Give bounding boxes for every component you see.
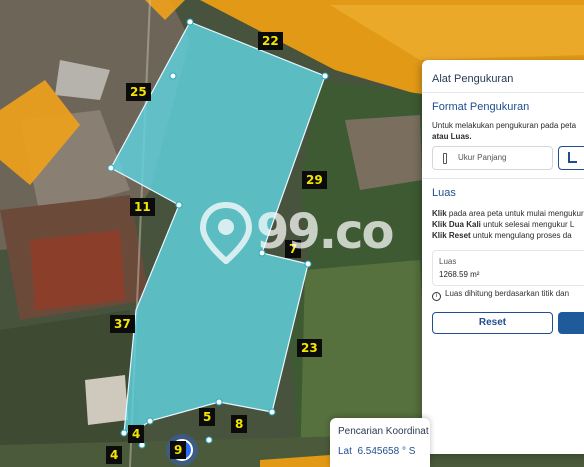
watermark-text: 99.co <box>256 204 394 260</box>
reset-button[interactable]: Reset <box>432 312 553 334</box>
parcel-label: 22 <box>258 32 283 50</box>
parcel-label: 23 <box>297 339 322 357</box>
area-info-note: i Luas dihitung berdasarkan titik dan <box>432 289 569 301</box>
format-desc: Untuk melakukan pengukuran pada peta <box>432 121 577 130</box>
coordinate-title: Pencarian Koordinat <box>338 426 429 437</box>
location-pin-icon <box>200 202 252 264</box>
parcel-label: 4 <box>128 425 145 443</box>
parcel-label: 25 <box>126 83 151 101</box>
divider <box>422 92 584 93</box>
parcel-label: 11 <box>130 198 155 216</box>
panel-title: Alat Pengukuran <box>432 73 514 85</box>
instruction-reset: Klik Reset untuk mengulang proses da <box>432 231 572 240</box>
parcel-label: 9 <box>170 441 187 459</box>
instruction-double-click: Klik Dua Kali untuk selesai mengukur L <box>432 220 575 229</box>
parcel-label: 8 <box>231 415 248 433</box>
measure-length-button[interactable]: Ukur Panjang <box>432 146 553 170</box>
parcel-label: 4 <box>106 446 123 464</box>
format-title: Format Pengukuran <box>432 101 530 113</box>
finish-button[interactable] <box>558 312 584 334</box>
area-result-value: 1268.59 m² <box>439 270 480 279</box>
format-desc-2: atau Luas. <box>432 132 472 141</box>
parcel-label: 5 <box>199 408 216 426</box>
instruction-click: Klik pada area peta untuk mulai mengukur <box>432 209 584 218</box>
area-result-label: Luas <box>439 257 457 266</box>
divider <box>422 178 584 179</box>
area-result-box: Luas 1268.59 m² <box>432 250 584 286</box>
parcel-label: 37 <box>110 315 135 333</box>
latitude-readout: Lat 6.545658 ° S <box>338 446 416 457</box>
watermark: 99.co <box>200 200 394 270</box>
area-title: Luas <box>432 187 456 199</box>
measurement-panel: Alat Pengukuran Format Pengukuran Untuk … <box>422 60 584 454</box>
info-icon: i <box>432 292 441 301</box>
measure-length-label: Ukur Panjang <box>458 153 507 162</box>
parcel-label: 29 <box>302 171 327 189</box>
coordinate-search-card[interactable]: Pencarian Koordinat Lat 6.545658 ° S <box>330 418 430 467</box>
area-angle-icon <box>568 152 577 163</box>
ruler-icon <box>443 153 447 164</box>
measure-area-button[interactable] <box>558 146 584 170</box>
